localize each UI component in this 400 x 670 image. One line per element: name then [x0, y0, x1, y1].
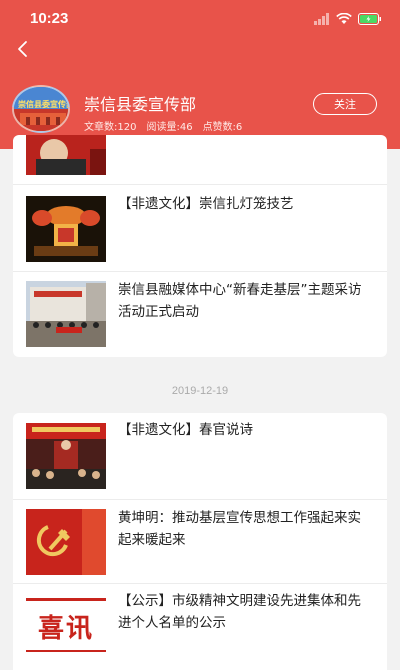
article-thumbnail [26, 509, 106, 575]
list-item[interactable]: 【非遗文化】春官说诗 [13, 413, 387, 500]
like-count: 点赞数:6 [202, 122, 243, 133]
article-group-1: 【非遗文化】崇信扎灯笼技艺 崇信县融媒体中心“新春走基层”主题采访活动正式启动 [13, 135, 387, 357]
date-separator: 2019-12-19 [171, 385, 229, 397]
chevron-left-icon [18, 41, 27, 57]
article-count: 文章数:120 [84, 122, 137, 133]
follow-button[interactable]: 关注 [313, 93, 377, 115]
list-item[interactable]: 崇信县融媒体中心“新春走基层”主题采访活动正式启动 [13, 272, 387, 357]
wifi-icon [336, 13, 352, 24]
list-item[interactable] [13, 135, 387, 185]
article-thumbnail [26, 196, 106, 262]
battery-icon [358, 13, 381, 25]
article-thumbnail [26, 281, 106, 347]
thumbnail-caption: 喜讯 [37, 614, 94, 644]
account-header: 10:23 崇信县委宣传部 崇信县委宣传部 文章数:120 阅读量:46 点赞数… [0, 0, 400, 149]
list-item[interactable]: 喜讯 【公示】市级精神文明建设先进集体和先进个人名单的公示 [13, 584, 387, 670]
signal-icon [314, 13, 329, 25]
status-bar: 10:23 [0, 0, 400, 38]
article-title: 【非遗文化】春官说诗 [118, 422, 253, 438]
account-avatar: 崇信县委宣传部 [12, 85, 70, 133]
read-count: 阅读量:46 [146, 122, 193, 133]
account-stats: 文章数:120 阅读量:46 点赞数:6 [84, 118, 242, 133]
list-item[interactable]: 黄坤明：推动基层宣传思想工作强起来实起来暖起来 [13, 500, 387, 584]
article-title: 崇信县融媒体中心“新春走基层”主题采访活动正式启动 [118, 282, 362, 320]
back-button[interactable] [12, 38, 34, 60]
article-title: 【公示】市级精神文明建设先进集体和先进个人名单的公示 [118, 593, 361, 631]
list-item[interactable]: 【非遗文化】崇信扎灯笼技艺 [13, 185, 387, 272]
article-group-2: 【非遗文化】春官说诗 黄坤明：推动基层宣传思想工作强起来实起来暖起来 喜讯 【公… [13, 413, 387, 670]
article-title: 黄坤明：推动基层宣传思想工作强起来实起来暖起来 [118, 510, 361, 548]
article-thumbnail: 喜讯 [26, 594, 106, 660]
account-name: 崇信县委宣传部 [84, 95, 197, 114]
avatar-caption: 崇信县委宣传部 [18, 100, 70, 109]
article-thumbnail [26, 423, 106, 489]
avatar-image [14, 87, 68, 131]
article-thumbnail [26, 135, 106, 175]
status-icons [314, 11, 382, 27]
status-time: 10:23 [30, 10, 69, 27]
article-title: 【非遗文化】崇信扎灯笼技艺 [118, 196, 294, 212]
